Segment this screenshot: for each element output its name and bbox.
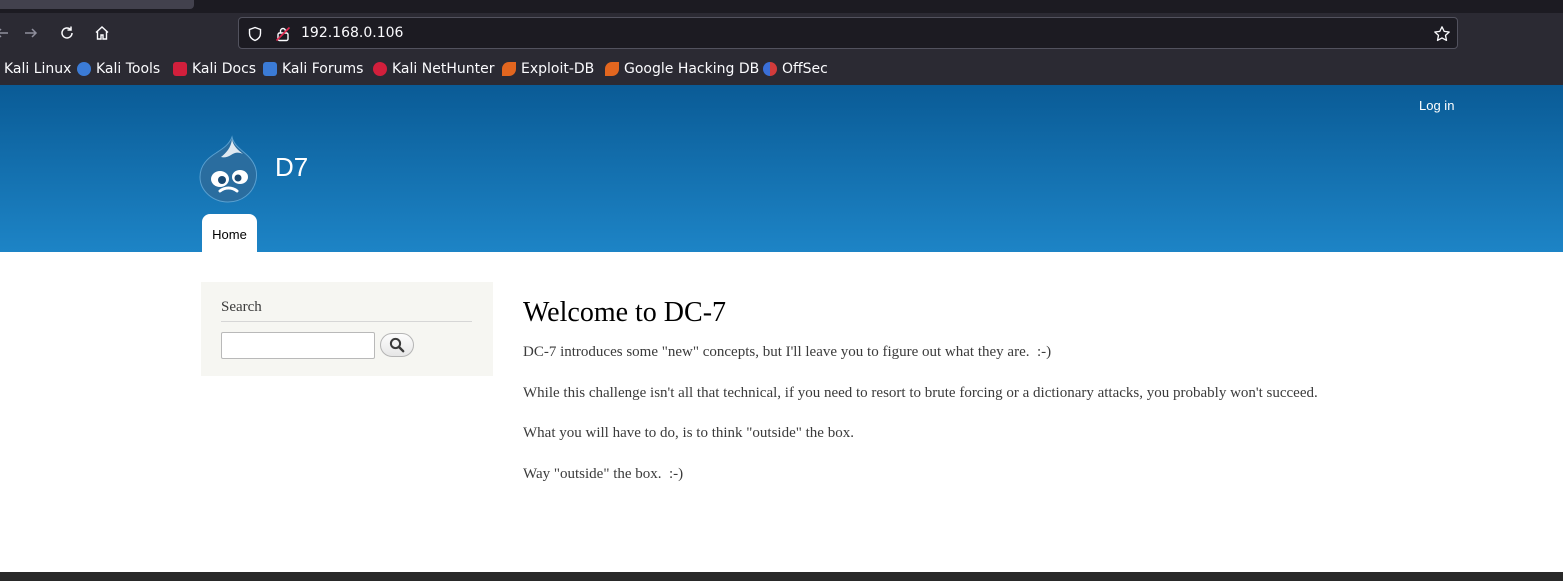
offsec-icon (763, 62, 777, 76)
forward-arrow-icon (25, 28, 38, 38)
kali-tools-icon (77, 62, 91, 76)
divider (221, 321, 472, 322)
tab-home[interactable]: Home (202, 214, 257, 252)
navigation-toolbar: 192.168.0.106 (0, 13, 1563, 53)
bookmark-google-hacking-db[interactable]: Google Hacking DB (605, 59, 759, 79)
search-block-title: Search (221, 299, 262, 315)
tab-strip (0, 0, 1563, 13)
kali-nethunter-icon (373, 62, 387, 76)
content-paragraph-1: DC-7 introduces some "new" concepts, but… (523, 344, 1052, 360)
drupal-logo-icon[interactable] (198, 135, 260, 203)
bookmark-kali-tools[interactable]: Kali Tools (77, 59, 160, 79)
bookmark-kali-linux[interactable]: Kali Linux (4, 59, 71, 79)
reload-icon (61, 26, 73, 39)
footer-bar (0, 572, 1563, 581)
shield-icon[interactable] (246, 25, 264, 43)
active-tab[interactable] (0, 0, 194, 9)
content-paragraph-3: What you will have to do, is to think "o… (523, 425, 854, 441)
kali-docs-icon (173, 62, 187, 76)
back-button[interactable] (0, 19, 16, 47)
login-link[interactable]: Log in (1419, 98, 1454, 113)
bookmarks-toolbar: Kali Linux Kali Tools Kali Docs Kali For… (0, 53, 1563, 85)
bookmark-kali-forums[interactable]: Kali Forums (263, 59, 363, 79)
search-input[interactable] (221, 332, 375, 359)
exploit-db-icon (502, 62, 516, 76)
site-name[interactable]: D7 (275, 152, 308, 183)
search-icon (389, 337, 405, 353)
page-title: Welcome to DC-7 (523, 297, 727, 328)
reload-button[interactable] (53, 19, 81, 47)
google-hacking-db-icon (605, 62, 619, 76)
bookmark-kali-docs[interactable]: Kali Docs (173, 59, 256, 79)
url-text[interactable]: 192.168.0.106 (301, 25, 403, 41)
search-button[interactable] (380, 333, 414, 357)
content-paragraph-2: While this challenge isn't all that tech… (523, 385, 1318, 401)
bookmark-exploit-db[interactable]: Exploit-DB (502, 59, 594, 79)
bookmark-offsec[interactable]: OffSec (763, 59, 828, 79)
bookmark-star-icon[interactable] (1433, 25, 1451, 43)
search-block: Search (201, 282, 493, 376)
content-paragraph-4: Way "outside" the box. :-) (523, 466, 684, 482)
home-icon (95, 26, 109, 40)
forward-button[interactable] (17, 19, 45, 47)
insecure-lock-icon[interactable] (274, 25, 292, 43)
main-content: Welcome to DC-7 DC-7 introduces some "ne… (523, 296, 1523, 482)
site-header: Log in D7 Home (0, 85, 1563, 252)
back-arrow-icon (0, 28, 8, 38)
url-bar[interactable]: 192.168.0.106 (238, 17, 1458, 49)
home-button[interactable] (88, 19, 116, 47)
bookmark-kali-nethunter[interactable]: Kali NetHunter (373, 59, 494, 79)
kali-forums-icon (263, 62, 277, 76)
